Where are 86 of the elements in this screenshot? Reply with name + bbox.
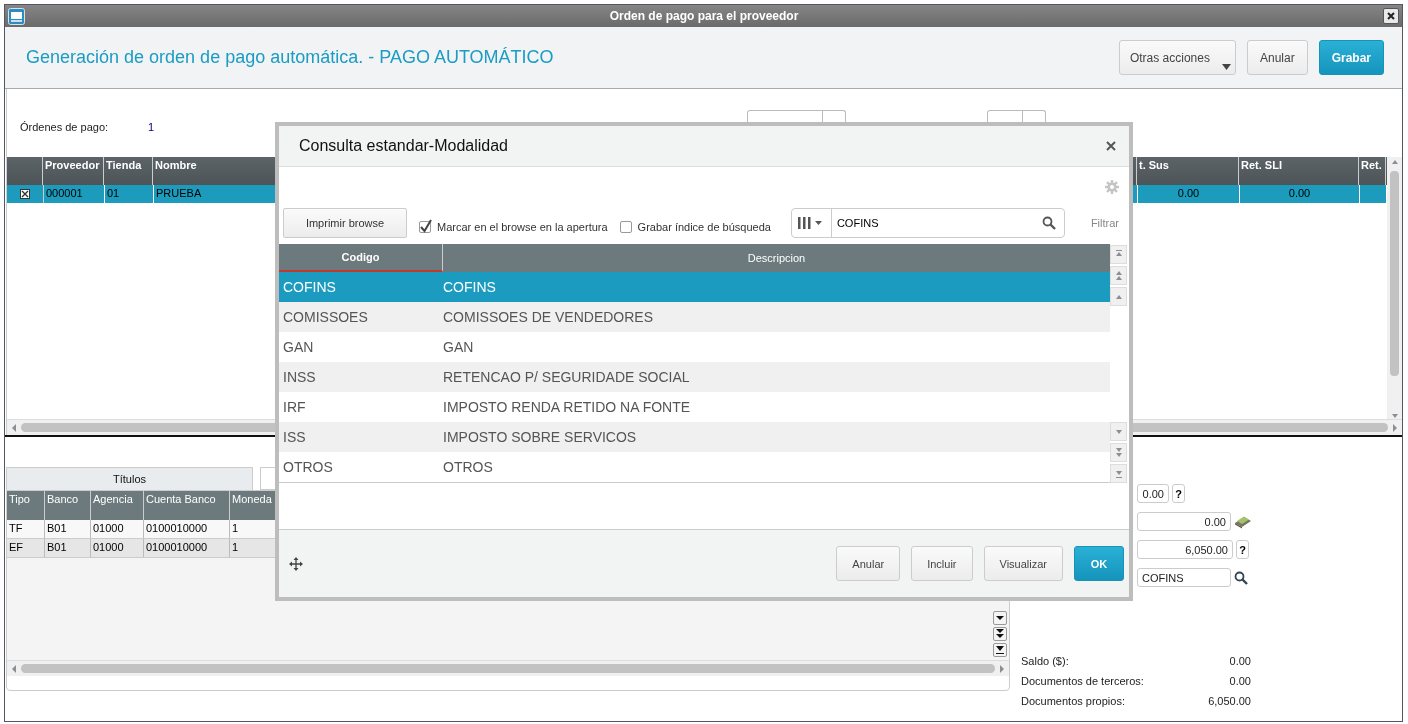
horizontal-scrollbar[interactable]: [7, 660, 1009, 676]
checkbox-label[interactable]: Grabar índice de búsqueda: [637, 221, 771, 233]
help-button[interactable]: ?: [1236, 540, 1249, 559]
table-cell: 01000: [91, 520, 144, 538]
print-button[interactable]: Imprimir browse: [283, 208, 407, 238]
table-row[interactable]: GAN GAN: [279, 332, 1110, 362]
orders-count: 1: [148, 121, 155, 133]
tab[interactable]: Títulos: [6, 467, 253, 490]
scroll-down-button[interactable]: [993, 611, 1007, 625]
scroll-right-icon[interactable]: [999, 663, 1005, 674]
dialog-title: Consulta estandar-Modalidad: [299, 137, 508, 155]
total-value: 6,050.00: [1207, 695, 1251, 708]
dialog-button[interactable]: Incluir: [911, 546, 973, 581]
table-cell: 0100010000: [144, 520, 230, 538]
code-cell-text: GAN: [282, 339, 315, 355]
table-cell: 01000: [91, 539, 144, 557]
code-cell-text: COFINS: [282, 279, 337, 295]
page-up-button[interactable]: [1110, 266, 1127, 285]
input-field[interactable]: 6,050.00: [1137, 540, 1233, 559]
description-cell: COMISSOES DE VENDEDORES: [443, 309, 654, 325]
description-cell: IMPOSTO RENDA RETIDO NA FONTE: [443, 399, 691, 415]
scroll-top-button[interactable]: [1110, 245, 1127, 264]
row-checkbox[interactable]: [20, 189, 30, 199]
table-cell: 0.00: [1138, 185, 1240, 203]
total-label: Documentos propios:: [1021, 695, 1126, 708]
close-button[interactable]: [1105, 140, 1117, 152]
search-icon[interactable]: [1041, 216, 1056, 230]
close-button[interactable]: [1383, 8, 1399, 24]
description-cell: IMPOSTO SOBRE SERVICOS: [443, 429, 637, 445]
vertical-scrollbar[interactable]: [1387, 157, 1402, 419]
app-icon: [8, 7, 25, 25]
down-arrow-icon[interactable]: [996, 615, 1004, 621]
table-row[interactable]: ISS IMPOSTO SOBRE SERVICOS: [279, 422, 1110, 452]
scroll-up-button[interactable]: [1110, 287, 1127, 306]
table-cell: 000001: [44, 185, 105, 203]
code-cell-text: COMISSOES: [282, 309, 369, 325]
orders-label: Órdenes de pago:: [20, 121, 110, 133]
description-cell: COFINS: [443, 279, 496, 295]
total-label: Saldo ($):: [1021, 655, 1070, 668]
table-row[interactable]: OTROS OTROS: [279, 452, 1110, 482]
checkbox[interactable]: [419, 221, 431, 233]
scroll-left-icon[interactable]: [11, 663, 17, 674]
total-value: 0.00: [1228, 655, 1251, 668]
input-field[interactable]: 0.00: [1137, 484, 1169, 503]
close-icon[interactable]: [1387, 12, 1395, 20]
column-header[interactable]: Descripcion: [443, 244, 1110, 272]
description-cell: OTROS: [443, 459, 493, 475]
window-title: Orden de pago para el proveedor: [609, 9, 799, 23]
money-icon[interactable]: [1234, 514, 1252, 529]
total-value: 0.00: [1228, 675, 1251, 688]
filter-link[interactable]: Filtrar: [1090, 217, 1119, 229]
table-cell: 0100010000: [144, 539, 230, 557]
move-icon[interactable]: [289, 556, 303, 571]
code-cell-text: OTROS: [282, 459, 334, 475]
scroll-right-icon[interactable]: [1392, 422, 1398, 433]
table-cell: EF: [7, 539, 45, 557]
scroll-left-icon[interactable]: [11, 422, 17, 433]
input-field[interactable]: COFINS: [1137, 568, 1231, 587]
search-input[interactable]: COFINS: [831, 216, 1042, 230]
help-button[interactable]: ?: [1172, 484, 1185, 503]
checkbox-label[interactable]: Marcar en el browse en la apertura: [437, 221, 608, 233]
code-cell-text: INSS: [282, 369, 317, 385]
dialog-button[interactable]: Anular: [836, 546, 901, 581]
dialog-button[interactable]: Visualizar: [983, 546, 1063, 581]
table-cell: 01: [105, 185, 154, 203]
caret-icon[interactable]: [1221, 64, 1231, 70]
table-row[interactable]: IRF IMPOSTO RENDA RETIDO NA FONTE: [279, 392, 1110, 422]
table-cell: TF: [7, 520, 45, 538]
page-title: Generación de orden de pago automática. - PAGO AUTOMÁTICO: [26, 47, 555, 68]
code-cell-text: IRF: [282, 399, 307, 415]
code-cell-text: ISS: [282, 429, 307, 445]
table-cell: B01: [45, 520, 91, 538]
table-cell: 0.00: [1240, 185, 1360, 203]
settings-icon[interactable]: [1105, 180, 1119, 194]
search-icon[interactable]: [1234, 570, 1248, 585]
cancel-button[interactable]: Anular: [1246, 40, 1308, 75]
checkbox[interactable]: [619, 221, 632, 233]
description-cell: RETENCAO P/ SEGURIDADE SOCIAL: [443, 369, 690, 385]
table-row[interactable]: COMISSOES COMISSOES DE VENDEDORES: [279, 302, 1110, 332]
input-field[interactable]: 0.00: [1137, 512, 1231, 531]
description-cell: GAN: [443, 339, 474, 355]
total-label: Documentos de terceros:: [1021, 675, 1145, 688]
actions-menu-button[interactable]: Otras acciones: [1118, 40, 1236, 75]
table-row[interactable]: INSS RETENCAO P/ SEGURIDADE SOCIAL: [279, 362, 1110, 392]
table-cell: B01: [45, 539, 91, 557]
search-field[interactable]: COFINS: [790, 208, 1065, 238]
